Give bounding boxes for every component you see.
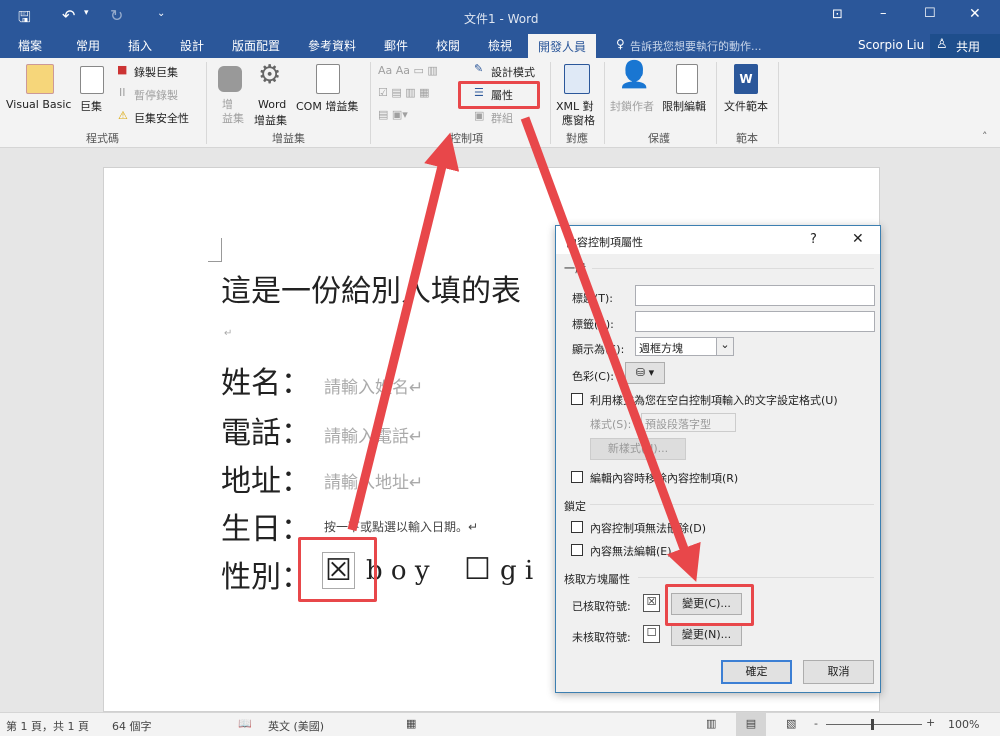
arrow-properties-to-change <box>520 116 701 582</box>
annotation-arrows <box>347 116 701 582</box>
arrow-checkbox-to-properties <box>347 132 460 532</box>
